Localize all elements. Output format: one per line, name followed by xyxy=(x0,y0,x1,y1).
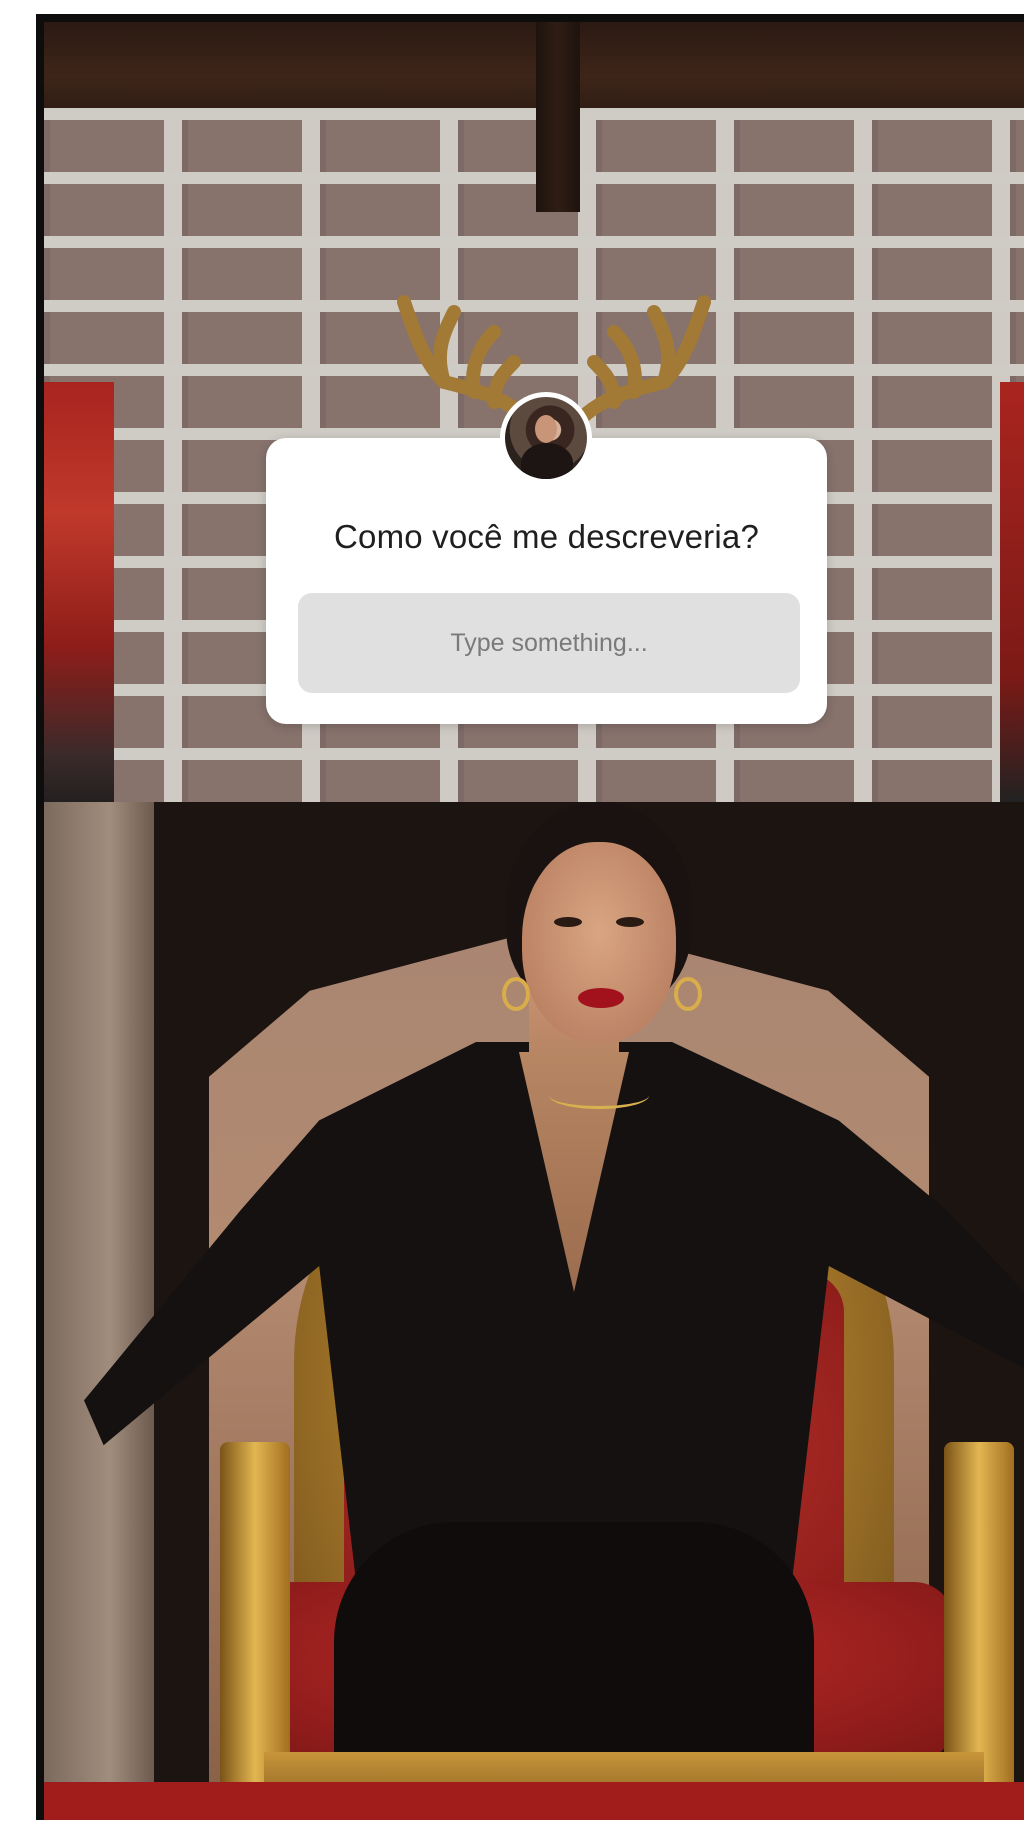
face xyxy=(522,842,676,1042)
profile-avatar xyxy=(500,392,592,484)
tapestry-left xyxy=(44,382,114,822)
fireplace-stone-left xyxy=(44,802,154,1820)
question-text: Como você me descreveria? xyxy=(333,518,759,555)
eye-right xyxy=(616,917,644,927)
red-carpet xyxy=(44,1782,1024,1820)
earring-right xyxy=(674,977,702,1011)
eye-left xyxy=(554,917,582,927)
avatar-face xyxy=(535,415,557,443)
avatar-body xyxy=(521,443,573,479)
earring-left xyxy=(502,977,530,1011)
wooden-post xyxy=(536,22,580,212)
story-photo xyxy=(36,14,1024,1820)
tapestry-right xyxy=(1000,382,1024,802)
wooden-beam xyxy=(44,22,1024,112)
answer-input[interactable] xyxy=(298,593,800,693)
gold-necklace xyxy=(549,1082,649,1109)
red-lips xyxy=(578,988,624,1008)
avatar-photo xyxy=(505,397,587,479)
